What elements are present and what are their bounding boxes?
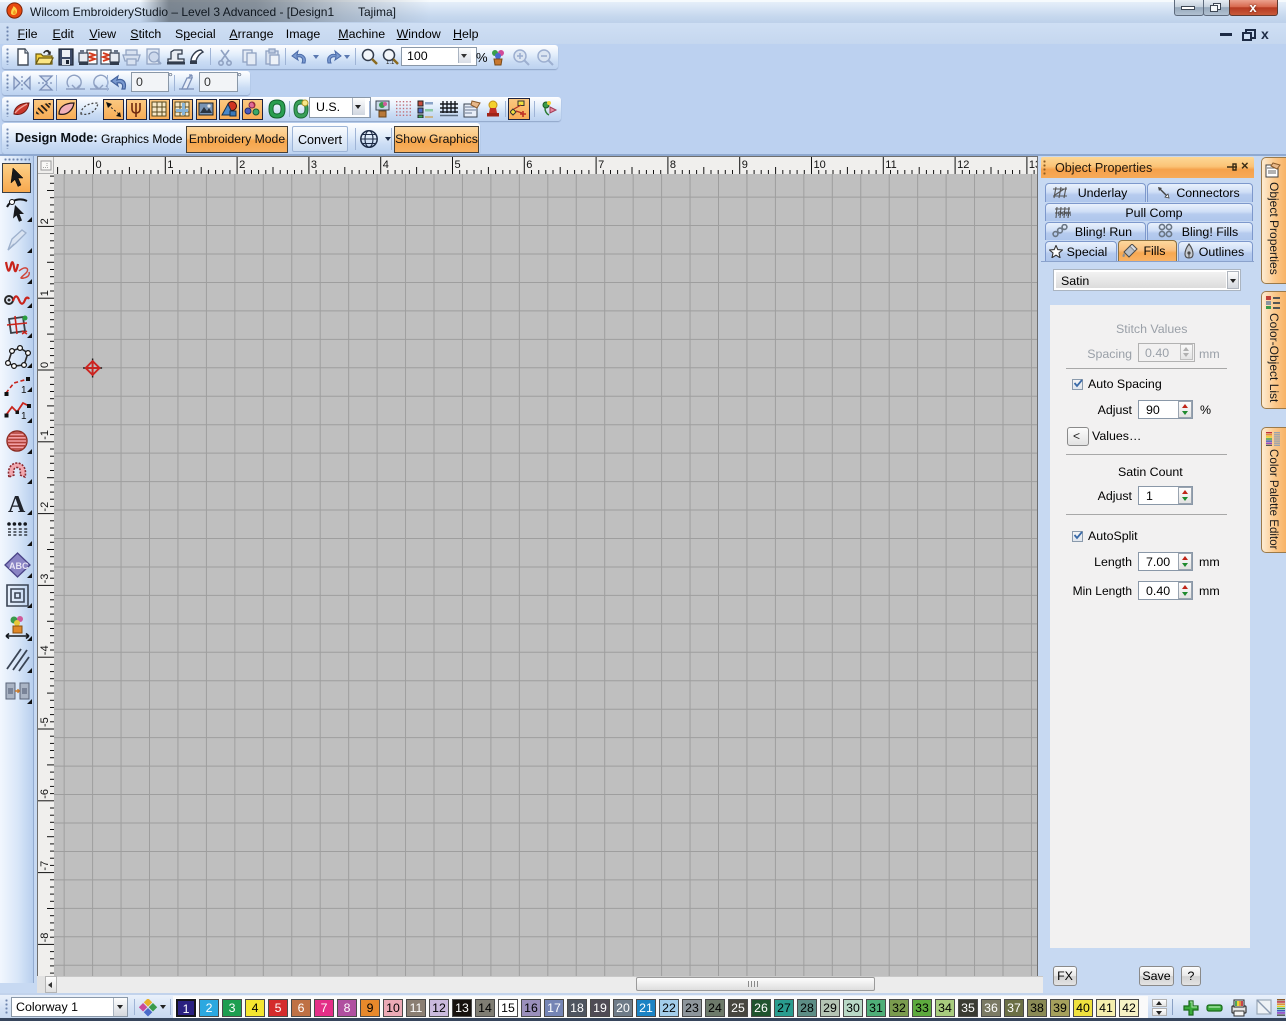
svg-text:-3: -3 xyxy=(39,574,51,584)
svg-text:9: 9 xyxy=(742,159,748,171)
svg-text:PPM: PPM xyxy=(1058,212,1071,218)
svg-text:7: 7 xyxy=(598,159,604,171)
svg-text:5: 5 xyxy=(455,159,461,171)
svg-text:2: 2 xyxy=(39,218,51,224)
svg-text:-7: -7 xyxy=(39,861,51,871)
svg-text:-2: -2 xyxy=(39,502,51,512)
svg-text:13: 13 xyxy=(1029,159,1037,171)
svg-text:-4: -4 xyxy=(39,645,51,655)
svg-text:-8: -8 xyxy=(39,933,51,943)
svg-text:1: 1 xyxy=(167,159,173,171)
svg-text:12: 12 xyxy=(957,159,969,171)
svg-text:-6: -6 xyxy=(39,789,51,799)
svg-text:0: 0 xyxy=(39,362,51,368)
svg-text:8: 8 xyxy=(670,159,676,171)
svg-text:4: 4 xyxy=(383,159,389,171)
svg-text:2: 2 xyxy=(239,159,245,171)
svg-text:3: 3 xyxy=(311,159,317,171)
svg-text:0: 0 xyxy=(96,159,102,171)
svg-text:-1: -1 xyxy=(39,430,51,440)
svg-text:1:1: 1:1 xyxy=(386,60,395,66)
svg-text:1: 1 xyxy=(39,290,51,296)
svg-text:-5: -5 xyxy=(39,717,51,727)
svg-text:ABC: ABC xyxy=(9,561,29,571)
svg-text:6: 6 xyxy=(526,159,532,171)
svg-text:10: 10 xyxy=(814,159,826,171)
svg-text:11: 11 xyxy=(885,159,896,171)
